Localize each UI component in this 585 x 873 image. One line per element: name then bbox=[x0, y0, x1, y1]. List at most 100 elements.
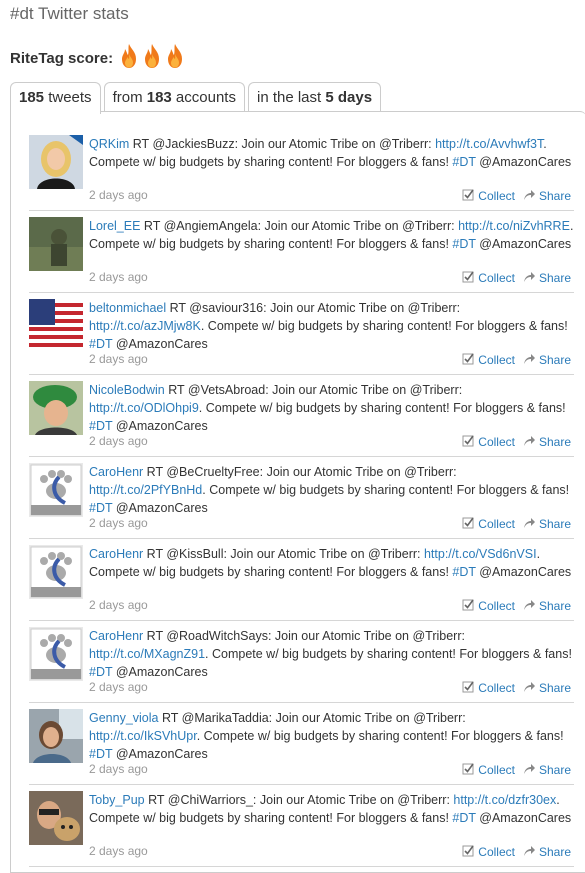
hashtag-link[interactable]: #DT bbox=[89, 501, 112, 515]
tweet-url-link[interactable]: http://t.co/MXagnZ91 bbox=[89, 647, 205, 661]
tweet-list: QRKim RT @JackiesBuzz: Join our Atomic T… bbox=[29, 130, 574, 868]
tweet-item: CaroHenr RT @RoadWitchSays: Join our Ato… bbox=[29, 622, 574, 703]
share-button[interactable]: Share bbox=[523, 680, 571, 696]
tweet-url-link[interactable]: http://t.co/IkSVhUpr bbox=[89, 729, 197, 743]
share-button[interactable]: Share bbox=[523, 516, 571, 532]
tweet-actions: Collect Share bbox=[454, 680, 571, 696]
avatar[interactable] bbox=[29, 299, 83, 353]
tweet-text-part: . Compete w/ big budgets by sharing cont… bbox=[200, 319, 568, 333]
collect-button[interactable]: Collect bbox=[462, 188, 515, 204]
tweet-timestamp: 2 days ago bbox=[89, 270, 148, 284]
tweet-url-link[interactable]: http://t.co/VSd6nVSI bbox=[424, 547, 537, 561]
share-icon bbox=[523, 680, 539, 696]
tweet-username-link[interactable]: QRKim bbox=[89, 137, 129, 151]
share-button[interactable]: Share bbox=[523, 844, 571, 860]
share-icon bbox=[523, 598, 539, 614]
share-label: Share bbox=[538, 763, 571, 777]
share-button[interactable]: Share bbox=[523, 598, 571, 614]
tweet-text-part: RT @MarikaTaddia: Join our Atomic Tribe … bbox=[158, 711, 466, 725]
tweet-username-link[interactable]: CaroHenr bbox=[89, 547, 143, 561]
hashtag-link[interactable]: #DT bbox=[89, 419, 112, 433]
tweet-text: CaroHenr RT @BeCrueltyFree: Join our Ato… bbox=[89, 463, 574, 517]
tweet-text: NicoleBodwin RT @VetsAbroad: Join our At… bbox=[89, 381, 574, 435]
collect-button[interactable]: Collect bbox=[462, 680, 515, 696]
tab-days[interactable]: in the last 5 days bbox=[247, 82, 382, 112]
share-icon bbox=[523, 434, 539, 450]
tweet-url-link[interactable]: http://t.co/2PfYBnHd bbox=[89, 483, 202, 497]
tweet-username-link[interactable]: NicoleBodwin bbox=[89, 383, 165, 397]
collect-label: Collect bbox=[478, 271, 515, 285]
avatar[interactable] bbox=[29, 709, 83, 763]
tweet-text: CaroHenr RT @RoadWitchSays: Join our Ato… bbox=[89, 627, 574, 681]
avatar[interactable] bbox=[29, 791, 83, 845]
collect-button[interactable]: Collect bbox=[462, 270, 515, 286]
avatar[interactable] bbox=[29, 463, 83, 517]
share-button[interactable]: Share bbox=[523, 188, 571, 204]
tweet-url-link[interactable]: http://t.co/dzfr30ex bbox=[453, 793, 556, 807]
tweet-timestamp: 2 days ago bbox=[89, 844, 148, 858]
tweet-text-part: . Compete w/ big budgets by sharing cont… bbox=[198, 401, 566, 415]
tweet-text-part: @AmazonCares bbox=[475, 565, 572, 579]
avatar[interactable] bbox=[29, 627, 83, 681]
hashtag-link[interactable]: #DT bbox=[89, 665, 112, 679]
tweet-item: CaroHenr RT @KissBull: Join our Atomic T… bbox=[29, 540, 574, 621]
tab-accounts[interactable]: from 183 accounts bbox=[103, 82, 245, 112]
hashtag-link[interactable]: #DT bbox=[89, 337, 112, 351]
tweet-url-link[interactable]: http://t.co/Avvhwf3T bbox=[435, 137, 543, 151]
tweet-text-part: @AmazonCares bbox=[112, 747, 208, 761]
share-label: Share bbox=[538, 681, 571, 695]
flame-icon bbox=[142, 43, 162, 69]
tweet-username-link[interactable]: CaroHenr bbox=[89, 629, 143, 643]
collect-button[interactable]: Collect bbox=[462, 598, 515, 614]
tweet-username-link[interactable]: Toby_Pup bbox=[89, 793, 145, 807]
tweet-username-link[interactable]: beltonmichael bbox=[89, 301, 166, 315]
hashtag-link[interactable]: #DT bbox=[452, 155, 475, 169]
tweet-url-link[interactable]: http://t.co/niZvhRRE bbox=[458, 219, 570, 233]
tweet-item: beltonmichael RT @saviour316: Join our A… bbox=[29, 294, 574, 375]
collect-label: Collect bbox=[478, 763, 515, 777]
ritetag-score: RiteTag score: bbox=[10, 43, 188, 72]
hashtag-link[interactable]: #DT bbox=[89, 747, 112, 761]
share-icon bbox=[523, 762, 539, 778]
avatar[interactable] bbox=[29, 545, 83, 599]
collect-button[interactable]: Collect bbox=[462, 434, 515, 450]
share-button[interactable]: Share bbox=[523, 762, 571, 778]
collect-icon bbox=[462, 270, 478, 286]
share-label: Share bbox=[538, 189, 571, 203]
share-icon bbox=[523, 844, 539, 860]
collect-button[interactable]: Collect bbox=[462, 352, 515, 368]
avatar[interactable] bbox=[29, 217, 83, 271]
share-label: Share bbox=[538, 599, 571, 613]
tab-tweets[interactable]: 185 tweets bbox=[10, 82, 101, 114]
tweet-username-link[interactable]: CaroHenr bbox=[89, 465, 143, 479]
collect-label: Collect bbox=[478, 681, 515, 695]
hashtag-link[interactable]: #DT bbox=[452, 811, 475, 825]
collect-button[interactable]: Collect bbox=[462, 516, 515, 532]
tweet-username-link[interactable]: Lorel_EE bbox=[89, 219, 140, 233]
tweet-item: Toby_Pup RT @ChiWarriors_: Join our Atom… bbox=[29, 786, 574, 867]
share-button[interactable]: Share bbox=[523, 352, 571, 368]
tweet-item: Lorel_EE RT @AngiemAngela: Join our Atom… bbox=[29, 212, 574, 293]
avatar[interactable] bbox=[29, 135, 83, 189]
collect-icon bbox=[462, 352, 478, 368]
tweet-url-link[interactable]: http://t.co/ODlOhpi9 bbox=[89, 401, 199, 415]
tweet-text-part: . Compete w/ big budgets by sharing cont… bbox=[202, 483, 570, 497]
tweet-text-part: RT @JackiesBuzz: Join our Atomic Tribe o… bbox=[129, 137, 436, 151]
collect-icon bbox=[462, 680, 478, 696]
tweet-url-link[interactable]: http://t.co/azJMjw8K bbox=[89, 319, 201, 333]
collect-icon bbox=[462, 434, 478, 450]
collect-icon bbox=[462, 516, 478, 532]
collect-button[interactable]: Collect bbox=[462, 844, 515, 860]
tweet-actions: Collect Share bbox=[454, 188, 571, 204]
hashtag-link[interactable]: #DT bbox=[452, 237, 475, 251]
tweet-item: NicoleBodwin RT @VetsAbroad: Join our At… bbox=[29, 376, 574, 457]
avatar[interactable] bbox=[29, 381, 83, 435]
share-button[interactable]: Share bbox=[523, 270, 571, 286]
share-label: Share bbox=[538, 435, 571, 449]
share-button[interactable]: Share bbox=[523, 434, 571, 450]
tweet-text-part: RT @AngiemAngela: Join our Atomic Tribe … bbox=[140, 219, 459, 233]
tweet-username-link[interactable]: Genny_viola bbox=[89, 711, 159, 725]
hashtag-link[interactable]: #DT bbox=[452, 565, 475, 579]
collect-button[interactable]: Collect bbox=[462, 762, 515, 778]
tweet-text: Genny_viola RT @MarikaTaddia: Join our A… bbox=[89, 709, 574, 763]
